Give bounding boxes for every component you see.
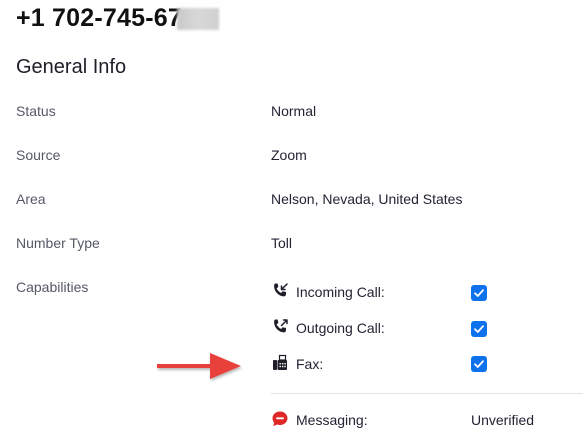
source-label: Source — [16, 147, 61, 163]
status-value: Normal — [271, 103, 317, 119]
general-info-heading: General Info — [16, 56, 127, 78]
source-value: Zoom — [271, 147, 307, 163]
incoming-call-checkbox[interactable] — [471, 285, 487, 301]
capabilities-divider — [271, 393, 583, 394]
incoming-call-label: Incoming Call: — [296, 284, 385, 300]
number-type-label: Number Type — [16, 235, 100, 251]
capability-outgoing-call: Outgoing Call: — [271, 318, 571, 338]
area-label: Area — [16, 191, 46, 207]
outgoing-call-checkbox[interactable] — [471, 321, 487, 337]
status-label: Status — [16, 103, 56, 119]
messaging-label: Messaging: — [296, 412, 368, 428]
messaging-status: Unverified — [471, 412, 535, 428]
outgoing-call-label: Outgoing Call: — [296, 320, 385, 336]
capability-fax: Fax: — [271, 354, 571, 374]
capability-incoming-call: Incoming Call: — [271, 282, 571, 302]
red-arrow-annotation — [157, 353, 241, 379]
number-type-value: Toll — [271, 235, 293, 251]
area-value: Nelson, Nevada, United States — [271, 191, 463, 207]
redacted-digits — [177, 8, 219, 30]
fax-checkbox[interactable] — [471, 356, 487, 372]
outgoing-call-icon — [271, 318, 289, 336]
fax-icon — [271, 354, 289, 372]
messaging-icon — [271, 410, 289, 428]
capabilities-label: Capabilities — [16, 279, 89, 295]
fax-label: Fax: — [296, 356, 324, 372]
number-details-page: +1 702-745-67 General Info Status Normal… — [0, 0, 583, 430]
phone-number-title: +1 702-745-67 — [16, 4, 182, 32]
incoming-call-icon — [271, 282, 289, 300]
capability-messaging: Messaging: Unverified — [271, 410, 571, 430]
